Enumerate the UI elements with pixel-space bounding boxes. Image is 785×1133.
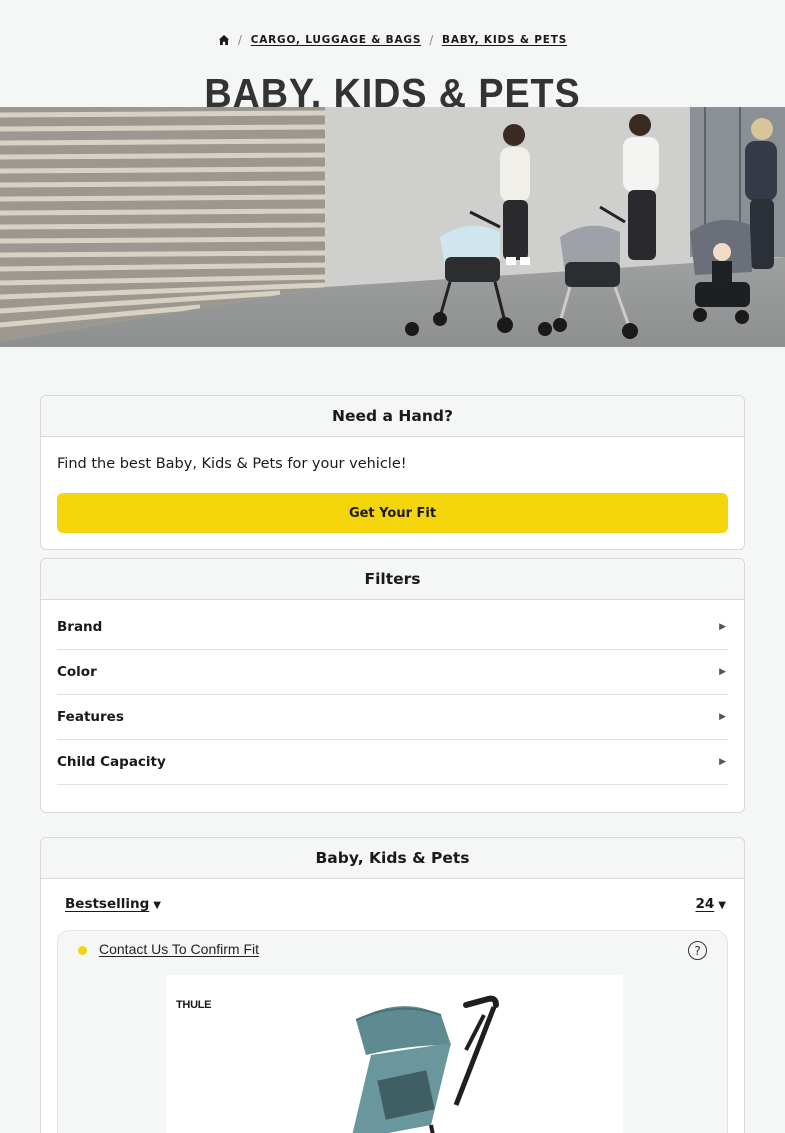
product-image[interactable]: THULE (166, 975, 623, 1133)
expand-arrow-icon: ▶ (719, 757, 726, 767)
caret-down-icon: ▼ (153, 900, 161, 911)
per-page-value: 24 (695, 896, 715, 912)
need-a-hand-card: Need a Hand? Find the best Baby, Kids & … (40, 395, 745, 550)
filter-label: Child Capacity (57, 754, 166, 770)
caret-down-icon: ▼ (718, 900, 726, 911)
contact-confirm-fit-link[interactable]: Contact Us To Confirm Fit (99, 941, 259, 957)
filter-child-capacity[interactable]: Child Capacity ▶ (57, 740, 728, 785)
filter-brand[interactable]: Brand ▶ (57, 605, 728, 650)
need-a-hand-title: Need a Hand? (41, 396, 744, 437)
product-card[interactable]: Contact Us To Confirm Fit ? THULE (57, 930, 728, 1133)
filter-features[interactable]: Features ▶ (57, 695, 728, 740)
hero-image (0, 107, 785, 347)
breadcrumb-item-cargo[interactable]: CARGO, LUGGAGE & BAGS (251, 34, 421, 46)
expand-arrow-icon: ▶ (719, 622, 726, 632)
filter-color[interactable]: Color ▶ (57, 650, 728, 695)
filter-label: Brand (57, 619, 103, 635)
filters-title: Filters (41, 559, 744, 600)
filter-label: Color (57, 664, 97, 680)
help-question-icon[interactable]: ? (688, 941, 707, 960)
sort-label: Bestselling (65, 896, 150, 912)
breadcrumb-separator: / (237, 33, 243, 47)
expand-arrow-icon: ▶ (719, 712, 726, 722)
expand-arrow-icon: ▶ (719, 667, 726, 677)
fit-status-dot-icon (78, 946, 87, 955)
need-a-hand-text: Find the best Baby, Kids & Pets for your… (57, 456, 407, 472)
products-title: Baby, Kids & Pets (41, 838, 744, 879)
get-your-fit-button[interactable]: Get Your Fit (57, 493, 728, 533)
filter-label: Features (57, 709, 124, 725)
breadcrumb-separator: / (429, 33, 435, 47)
per-page-dropdown[interactable]: 24 ▼ (696, 896, 727, 912)
breadcrumb: / CARGO, LUGGAGE & BAGS / BABY, KIDS & P… (0, 33, 785, 47)
filters-panel: Filters Brand ▶ Color ▶ Features ▶ Child… (40, 558, 745, 813)
sort-dropdown[interactable]: Bestselling ▼ (65, 896, 161, 912)
breadcrumb-item-baby-kids-pets[interactable]: BABY, KIDS & PETS (442, 34, 567, 46)
home-icon[interactable] (218, 34, 230, 46)
products-panel: Baby, Kids & Pets Bestselling ▼ 24 ▼ Conta… (40, 837, 745, 1133)
